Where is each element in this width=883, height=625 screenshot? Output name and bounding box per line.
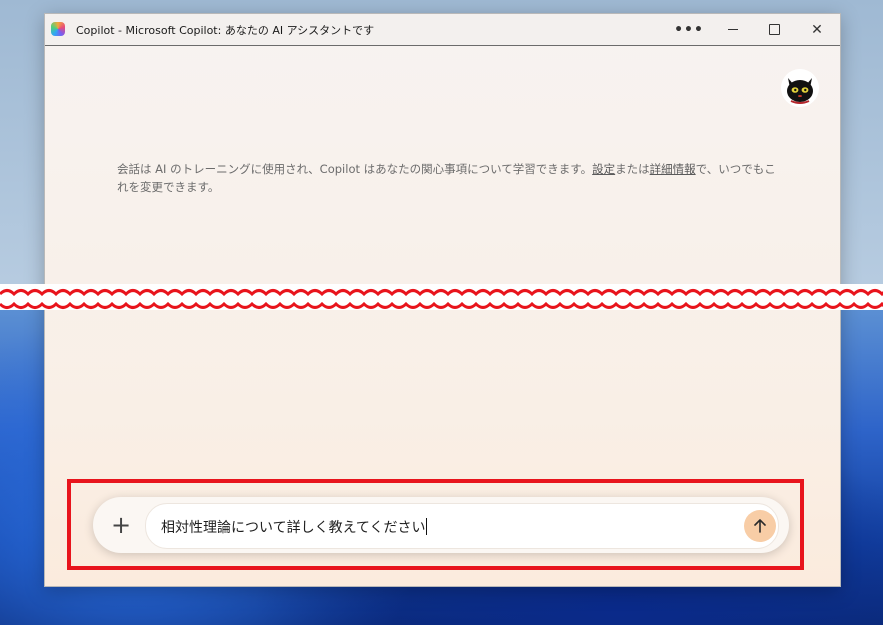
message-input-value: 相対性理論について詳しく教えてください xyxy=(161,517,428,537)
omission-wave-line xyxy=(0,284,883,310)
send-button[interactable] xyxy=(744,510,776,542)
message-input[interactable]: 相対性理論について詳しく教えてください xyxy=(145,503,779,549)
input-text: 相対性理論について詳しく教えてください xyxy=(161,520,426,536)
black-cat-avatar-icon xyxy=(781,69,819,107)
user-avatar[interactable] xyxy=(781,69,819,107)
notice-text-mid: または xyxy=(615,162,650,176)
maximize-icon xyxy=(768,24,780,35)
message-composer: + 相対性理論について詳しく教えてください xyxy=(93,497,789,553)
details-link[interactable]: 詳細情報 xyxy=(650,162,696,176)
title-bar: Copilot - Microsoft Copilot: あなたの AI アシス… xyxy=(45,14,840,46)
minimize-button[interactable] xyxy=(712,14,754,45)
privacy-notice: 会話は AI のトレーニングに使用され、Copilot はあなたの関心事項につい… xyxy=(117,160,777,196)
minimize-icon xyxy=(728,29,738,30)
add-attachment-button[interactable]: + xyxy=(103,507,139,543)
notice-text: 会話は AI のトレーニングに使用され、Copilot はあなたの関心事項につい… xyxy=(117,162,593,176)
maximize-button[interactable] xyxy=(753,14,795,45)
window-title: Copilot - Microsoft Copilot: あなたの AI アシス… xyxy=(76,24,375,37)
settings-link[interactable]: 設定 xyxy=(592,162,615,176)
more-options-button[interactable]: ••• xyxy=(668,14,710,45)
copilot-logo-icon xyxy=(51,22,65,36)
arrow-up-icon xyxy=(754,519,766,533)
text-caret xyxy=(426,518,428,535)
close-button[interactable]: ✕ xyxy=(796,14,838,45)
